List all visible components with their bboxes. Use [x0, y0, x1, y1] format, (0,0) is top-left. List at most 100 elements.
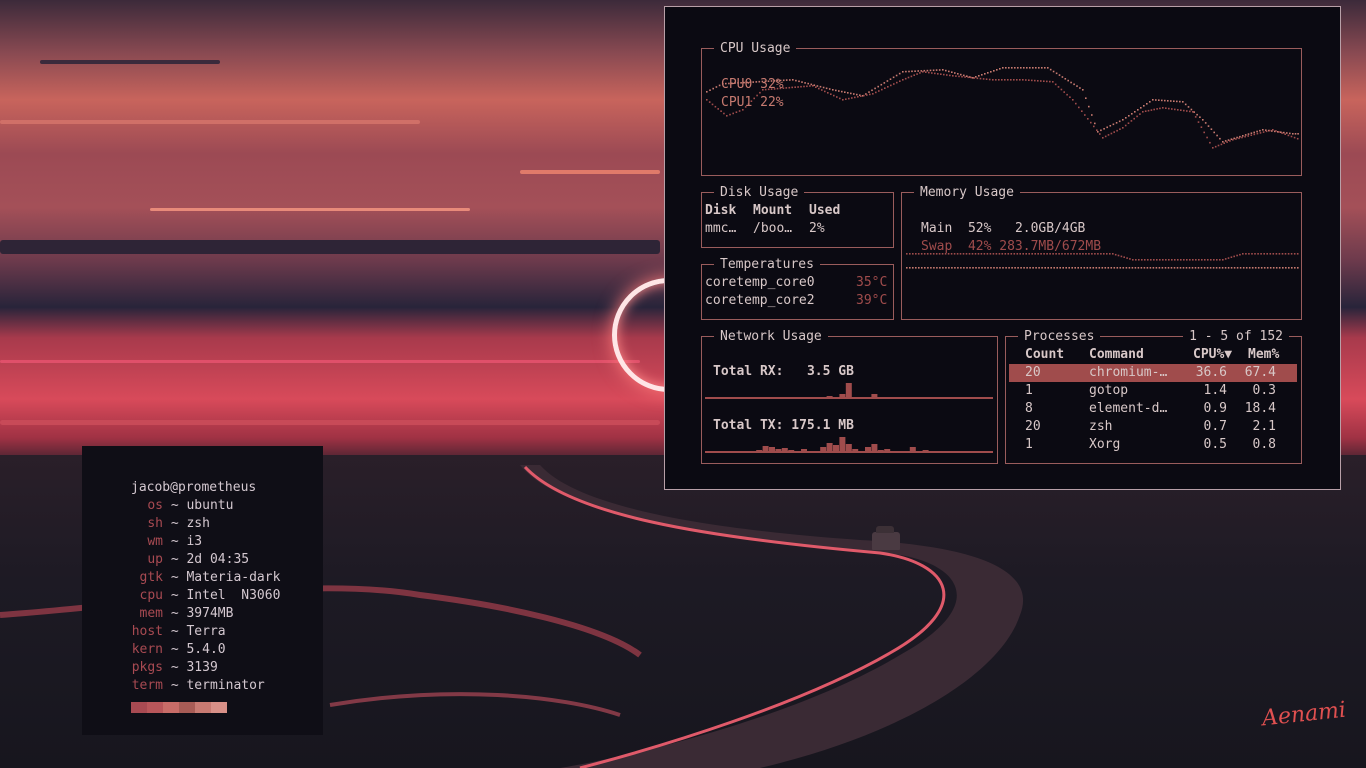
main-trace — [1179, 267, 1182, 269]
cpu1-trace — [1206, 136, 1208, 139]
info-value: ubuntu — [186, 498, 234, 513]
disk-header-mount: Mount — [753, 203, 793, 218]
cpu1-trace — [1081, 110, 1083, 112]
swap-trace — [1269, 253, 1272, 255]
cpu0-trace — [871, 89, 873, 92]
cpu1-trace — [904, 77, 907, 80]
main-trace — [1128, 267, 1131, 269]
cpu1-trace — [1113, 131, 1115, 133]
color-swatch — [147, 702, 163, 713]
cpu1-trace — [1235, 138, 1237, 140]
cpu1-trace — [1057, 86, 1060, 88]
color-swatch — [211, 702, 227, 713]
tx-bar — [922, 450, 929, 451]
cpu0-trace — [1190, 108, 1193, 111]
cpu0-trace — [1076, 85, 1078, 87]
proc-header-cpu[interactable]: CPU%▼ — [1193, 346, 1232, 364]
tx-bar — [833, 445, 839, 451]
swap-trace — [1227, 257, 1230, 259]
swap-trace — [1109, 253, 1111, 255]
cpu0-trace — [1011, 67, 1013, 69]
cloud-streak — [0, 240, 660, 254]
main-trace — [933, 267, 935, 269]
cpu0-trace — [835, 89, 837, 92]
disk-cell: 2% — [809, 221, 825, 236]
main-trace — [942, 267, 944, 269]
disk-header-used: Used — [809, 203, 841, 218]
memory-swap-amount: 283.7MB/672MB — [999, 239, 1102, 254]
cpu0-trace — [920, 70, 923, 72]
cpu1-trace — [1232, 139, 1234, 141]
process-row[interactable]: 1 gotop 1.4 0.3 — [1009, 382, 1297, 400]
tx-bar — [775, 449, 782, 451]
cpu1-trace — [827, 92, 829, 94]
temp-sensor-name: coretemp_core2 — [705, 293, 815, 308]
cpu1-trace — [812, 85, 814, 87]
cpu1-trace — [1259, 132, 1262, 134]
process-cell: 1.4 — [1203, 383, 1227, 398]
main-trace — [1185, 267, 1188, 269]
main-trace — [960, 267, 962, 269]
cpu1-trace — [910, 75, 913, 78]
main-trace — [1297, 267, 1299, 269]
proc-header-command[interactable]: Command — [1089, 346, 1144, 364]
cpu1-trace — [1217, 144, 1220, 147]
cpu0-trace — [832, 89, 834, 91]
swap-trace — [906, 253, 908, 255]
cpu0-trace — [1014, 67, 1016, 69]
swap-trace — [1281, 253, 1284, 255]
cpu1-trace — [842, 99, 844, 101]
cpu1-trace — [1034, 79, 1036, 82]
cpu1-trace — [1110, 132, 1113, 135]
swap-trace — [1275, 253, 1278, 255]
cpu1-trace — [1090, 121, 1092, 124]
process-row[interactable]: 1 Xorg 0.5 0.8 — [1009, 436, 1297, 454]
proc-header-mem[interactable]: Mem% — [1248, 346, 1279, 364]
swap-trace — [1245, 253, 1247, 255]
swap-trace — [1156, 259, 1158, 261]
temp-sensor-value: 39°C — [856, 293, 888, 308]
main-trace — [1140, 267, 1143, 269]
cpu0-trace — [1008, 67, 1010, 69]
cpu1-trace — [1247, 135, 1249, 137]
cpu0-trace — [1202, 119, 1204, 121]
cpu0-trace — [886, 80, 889, 82]
info-key: sh — [147, 516, 163, 531]
main-trace — [1263, 267, 1266, 269]
swap-trace — [1165, 259, 1167, 261]
memory-graph — [906, 253, 1299, 269]
cpu0-trace — [1283, 131, 1285, 134]
swap-trace — [1236, 254, 1238, 257]
main-trace — [1035, 267, 1037, 269]
cpu1-trace — [1046, 80, 1048, 83]
cpu1-trace — [893, 83, 895, 85]
cpu0-trace — [1097, 131, 1099, 133]
cpu0-trace — [715, 86, 718, 88]
process-row[interactable]: 8 element-d… 0.9 18.4 — [1009, 400, 1297, 418]
main-trace — [1008, 267, 1010, 269]
process-cell: 67.4 — [1244, 365, 1276, 380]
memory-swap-percent: 42% — [967, 239, 992, 254]
cpu1-trace — [1028, 79, 1030, 81]
tx-bar — [788, 450, 795, 451]
cpu0-trace — [1259, 129, 1261, 132]
gotop-terminal[interactable]: CPU Usage CPU0 32% CPU1 22% Disk Usage D… — [664, 6, 1341, 490]
cpu1-trace — [1122, 127, 1124, 129]
cpu1-trace — [1142, 111, 1144, 113]
process-row[interactable]: 20 chromium-… 36.6 67.4 — [1009, 364, 1297, 382]
process-row[interactable]: 20 zsh 0.7 2.1 — [1009, 418, 1297, 436]
process-cell: 1 — [1025, 437, 1033, 452]
cpu1-trace — [1147, 109, 1150, 112]
cpu0-trace — [850, 92, 852, 95]
cpu1-trace — [1040, 80, 1042, 82]
cpu1-trace — [946, 74, 948, 76]
cpu0-trace — [914, 70, 916, 72]
cpu0-trace — [883, 82, 886, 84]
main-trace — [1005, 267, 1007, 269]
cpu0-trace — [905, 70, 907, 73]
proc-header-count[interactable]: Count — [1025, 346, 1064, 364]
main-trace — [1182, 267, 1185, 269]
cpu0-trace — [1143, 105, 1145, 107]
main-trace — [1050, 267, 1052, 269]
cpu0-trace — [1146, 103, 1148, 105]
